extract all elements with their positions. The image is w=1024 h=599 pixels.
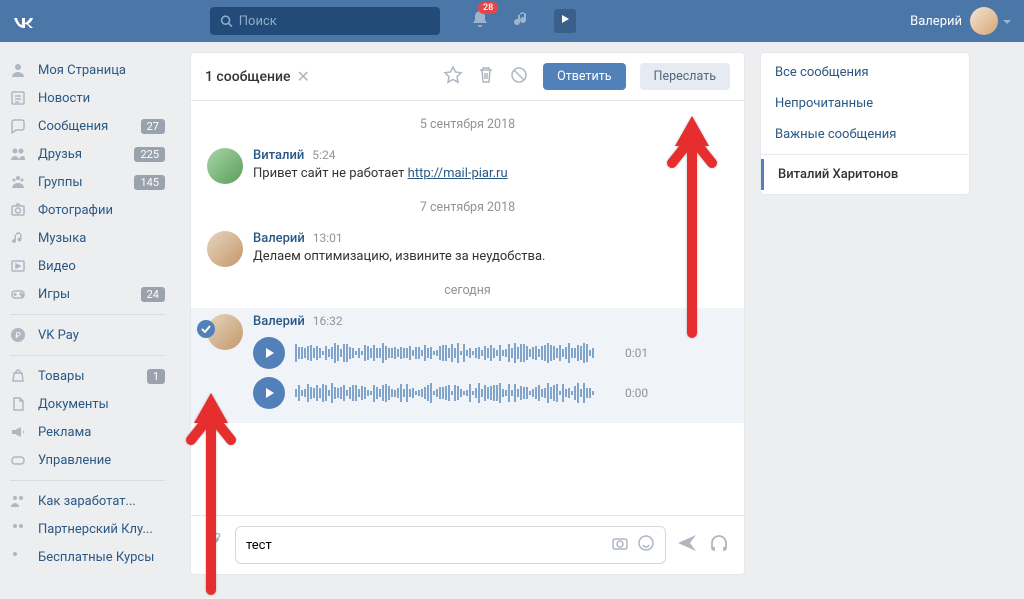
messages-icon xyxy=(10,118,30,134)
message-text: Привет сайт не работает http://mail-piar… xyxy=(253,165,728,183)
groups-icon xyxy=(10,174,30,190)
date-separator: 7 сентября 2018 xyxy=(191,190,744,225)
music-icon xyxy=(10,230,30,246)
right-panel: Все сообщения Непрочитанные Важные сообщ… xyxy=(760,52,970,195)
promo-icon xyxy=(10,549,30,565)
messages-list: 5 сентября 2018 Виталий 5:24 Привет сайт … xyxy=(191,101,744,515)
message-row[interactable]: Виталий 5:24 Привет сайт не работает http… xyxy=(191,142,744,190)
message-link[interactable]: http://mail-piar.ru xyxy=(408,166,508,181)
user-menu[interactable]: Валерий xyxy=(910,7,1012,35)
search-box[interactable] xyxy=(210,7,440,35)
video-icon xyxy=(10,258,30,274)
headphones-icon[interactable] xyxy=(708,532,730,558)
header: 28 Валерий xyxy=(0,0,1024,42)
voice-message[interactable]: 0:00 xyxy=(253,377,728,409)
sidebar: Моя Страница Новости Сообщения27 Друзья2… xyxy=(0,52,175,575)
sidebar-item-promo2[interactable]: Партнерский Клу... xyxy=(0,515,175,543)
trash-icon[interactable] xyxy=(477,65,495,89)
message-time: 13:01 xyxy=(313,231,343,245)
friends-icon xyxy=(10,146,30,162)
notification-badge: 28 xyxy=(478,2,498,14)
sidebar-item-promo3[interactable]: Бесплатные Курсы xyxy=(0,543,175,571)
user-name: Валерий xyxy=(910,14,962,29)
svg-text:₽: ₽ xyxy=(15,331,21,340)
conversation-active[interactable]: Виталий Харитонов xyxy=(761,159,969,190)
message-sender[interactable]: Виталий xyxy=(253,148,304,163)
reply-button[interactable]: Ответить xyxy=(543,63,625,90)
message-row[interactable]: Валерий 13:01 Делаем оптимизацию, извинит… xyxy=(191,225,744,273)
forward-button[interactable]: Переслать xyxy=(640,63,730,90)
attach-icon[interactable] xyxy=(205,533,225,557)
sidebar-item-groups[interactable]: Группы145 xyxy=(0,168,175,196)
doc-icon xyxy=(10,396,30,412)
megaphone-icon xyxy=(10,424,30,440)
music-header-icon[interactable] xyxy=(512,9,532,33)
joystick-icon xyxy=(10,452,30,468)
message-time: 16:32 xyxy=(313,314,343,328)
chat-panel: 1 сообщение ✕ Ответить Переслать 5 сентя… xyxy=(190,52,745,575)
sidebar-item-photos[interactable]: Фотографии xyxy=(0,196,175,224)
play-button[interactable] xyxy=(253,337,285,369)
audio-waveform[interactable] xyxy=(295,341,615,365)
message-avatar[interactable] xyxy=(207,231,243,267)
sidebar-item-video[interactable]: Видео xyxy=(0,252,175,280)
camera-icon xyxy=(10,202,30,218)
voice-duration: 0:01 xyxy=(625,346,648,360)
message-avatar[interactable] xyxy=(207,148,243,184)
filter-unread[interactable]: Непрочитанные xyxy=(761,88,969,119)
bag-icon xyxy=(10,368,30,384)
message-time: 5:24 xyxy=(312,148,335,162)
news-icon xyxy=(10,90,30,106)
close-selection-icon[interactable]: ✕ xyxy=(297,67,310,86)
voice-message[interactable]: 0:01 xyxy=(253,337,728,369)
selection-count: 1 сообщение xyxy=(205,69,291,85)
sidebar-item-promo1[interactable]: Как заработат... xyxy=(0,487,175,515)
sidebar-item-games[interactable]: Игры24 xyxy=(0,280,175,308)
check-icon[interactable] xyxy=(197,320,215,338)
emoji-icon[interactable] xyxy=(637,534,655,556)
sidebar-item-ads[interactable]: Реклама xyxy=(0,418,175,446)
spam-icon[interactable] xyxy=(509,65,529,89)
star-icon[interactable] xyxy=(443,65,463,89)
send-button[interactable] xyxy=(676,532,698,559)
audio-waveform[interactable] xyxy=(295,381,615,405)
chat-input-bar xyxy=(191,515,744,574)
user-avatar xyxy=(970,7,998,35)
message-row-selected[interactable]: Валерий 16:32 0:01 0:00 xyxy=(191,308,744,423)
message-input-wrapper xyxy=(235,526,666,564)
sidebar-item-profile[interactable]: Моя Страница xyxy=(0,56,175,84)
promo-icon xyxy=(10,521,30,537)
message-sender[interactable]: Валерий xyxy=(253,231,305,246)
pay-icon: ₽ xyxy=(10,327,30,343)
video-header-icon[interactable] xyxy=(554,9,576,33)
message-input[interactable] xyxy=(246,538,603,553)
games-icon xyxy=(10,286,30,302)
date-separator: 5 сентября 2018 xyxy=(191,107,744,142)
profile-icon xyxy=(10,62,30,78)
promo-icon xyxy=(10,493,30,509)
chevron-down-icon xyxy=(1002,14,1012,29)
chat-header: 1 сообщение ✕ Ответить Переслать xyxy=(191,53,744,101)
sidebar-item-vkpay[interactable]: ₽VK Pay xyxy=(0,321,175,349)
filter-important[interactable]: Важные сообщения xyxy=(761,119,969,150)
date-separator: сегодня xyxy=(191,273,744,308)
voice-duration: 0:00 xyxy=(625,386,648,400)
camera-input-icon[interactable] xyxy=(611,534,629,556)
search-input[interactable] xyxy=(239,14,430,29)
sidebar-item-docs[interactable]: Документы xyxy=(0,390,175,418)
play-button[interactable] xyxy=(253,377,285,409)
sidebar-item-news[interactable]: Новости xyxy=(0,84,175,112)
sidebar-item-messages[interactable]: Сообщения27 xyxy=(0,112,175,140)
sidebar-item-music[interactable]: Музыка xyxy=(0,224,175,252)
message-sender[interactable]: Валерий xyxy=(253,314,305,329)
notifications-icon[interactable]: 28 xyxy=(470,9,490,33)
sidebar-item-manage[interactable]: Управление xyxy=(0,446,175,474)
filter-all[interactable]: Все сообщения xyxy=(761,57,969,88)
vk-logo[interactable] xyxy=(12,9,36,34)
sidebar-item-friends[interactable]: Друзья225 xyxy=(0,140,175,168)
sidebar-item-goods[interactable]: Товары1 xyxy=(0,362,175,390)
message-text: Делаем оптимизацию, извините за неудобст… xyxy=(253,248,728,266)
